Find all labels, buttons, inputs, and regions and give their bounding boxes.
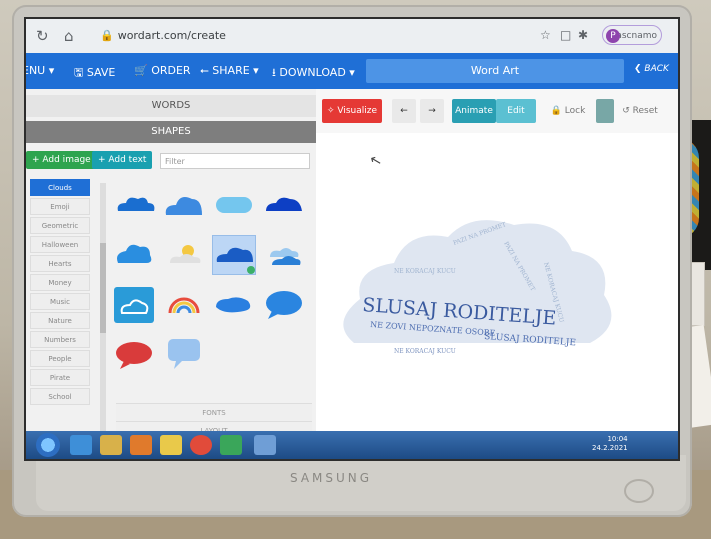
app-navbar: ENU ▾ 🖫 SAVE 🛒 ORDER ⭠ SHARE ▾ ⭳ DOWNLOA… [26, 53, 678, 89]
taskbar-date: 24.2.2021 [592, 444, 628, 452]
shape-cloud-double[interactable] [262, 235, 306, 275]
shape-cloud-3[interactable] [212, 185, 256, 225]
category-clouds[interactable]: Clouds [30, 179, 90, 196]
filter-input[interactable]: Filter [160, 153, 310, 169]
shape-speech-bubble-red[interactable] [112, 335, 156, 375]
mouse-cursor-icon: ↖ [368, 151, 384, 171]
edit-button[interactable]: Edit [496, 99, 536, 123]
left-panel: WORDS SHAPES + Add image + Add text Filt… [26, 89, 316, 459]
share-button[interactable]: ⭠ SHARE ▾ [200, 64, 259, 78]
power-button[interactable] [624, 479, 654, 503]
shape-cloud-5[interactable] [112, 235, 156, 275]
shape-rainbow-cloud[interactable] [162, 285, 206, 325]
reload-icon[interactable]: ↻ [36, 27, 49, 45]
undo-button[interactable]: ← [392, 99, 416, 123]
windows-taskbar: 10:04 24.2.2021 [26, 431, 678, 459]
word-cloud-small-word-3: NE KORACAJ KUCU [394, 268, 456, 275]
fonts-section[interactable]: FONTS [116, 403, 312, 422]
category-halloween[interactable]: Halloween [30, 236, 90, 253]
monitor-brand: SAMSUNG [290, 471, 373, 485]
folder-icon[interactable] [100, 435, 122, 455]
add-image-button[interactable]: + Add image [26, 151, 97, 169]
reset-button[interactable]: ↺ Reset [616, 99, 664, 123]
address-bar[interactable]: 🔒 wordart.com/create [100, 25, 400, 47]
home-icon[interactable]: ⌂ [64, 27, 74, 45]
download-button[interactable]: ⭳ DOWNLOAD ▾ [272, 64, 355, 83]
order-button[interactable]: 🛒 ORDER [134, 64, 191, 77]
category-geometric[interactable]: Geometric [30, 217, 90, 234]
puzzle-icon[interactable]: ✱ [578, 28, 588, 42]
category-music[interactable]: Music [30, 293, 90, 310]
wordart-canvas[interactable]: ↖ PAZI NA PROMET PAZI NA PROMET NE KORAC… [316, 133, 678, 433]
back-button[interactable]: ❮ BACK [634, 64, 669, 74]
shape-cloud-1[interactable] [112, 185, 156, 225]
right-panel: ✧ Visualize ← → Animate Edit 🔒 Lock ↺ Re… [316, 89, 678, 459]
avatar: P [606, 29, 620, 43]
shape-cloud-4[interactable] [262, 185, 306, 225]
taskbar-time: 10:04 [607, 435, 628, 443]
browser-toolbar: ↻ ⌂ 🔒 wordart.com/create ☆ □ ✱ P Pascnamo [26, 19, 678, 54]
shape-cloud-7[interactable] [212, 285, 256, 325]
shape-speech-bubble-blue[interactable] [262, 285, 306, 325]
lock-button[interactable]: 🔒 Lock [548, 99, 588, 123]
taskbar-clock[interactable]: 10:04 24.2.2021 [592, 435, 628, 453]
category-emoji[interactable]: Emoji [30, 198, 90, 215]
words-section[interactable]: WORDS [26, 95, 316, 117]
redo-button[interactable]: → [420, 99, 444, 123]
menu-button[interactable]: ENU ▾ [26, 64, 54, 77]
ie-icon[interactable] [70, 435, 92, 455]
category-people[interactable]: People [30, 350, 90, 367]
category-hearts[interactable]: Hearts [30, 255, 90, 272]
category-pirate[interactable]: Pirate [30, 369, 90, 386]
spreadsheet-icon[interactable] [220, 435, 242, 455]
save-button[interactable]: 🖫 SAVE [74, 64, 115, 83]
shapes-section[interactable]: SHAPES [26, 121, 316, 143]
word-cloud-small-text: NE KORACAJ KUCU [394, 348, 456, 355]
app-icon[interactable] [160, 435, 182, 455]
animate-button[interactable]: Animate [452, 99, 496, 123]
monitor-bezel: SAMSUNG ↻ ⌂ 🔒 wordart.com/create ☆ □ ✱ P … [12, 5, 692, 517]
category-school[interactable]: School [30, 388, 90, 405]
category-money[interactable]: Money [30, 274, 90, 291]
visualize-button[interactable]: ✧ Visualize [322, 99, 382, 123]
category-numbers[interactable]: Numbers [30, 331, 90, 348]
shape-cloud-selected[interactable] [212, 235, 256, 275]
media-player-icon[interactable] [130, 435, 152, 455]
shape-speech-bubble-light[interactable] [162, 335, 206, 375]
url-text: wordart.com/create [117, 29, 226, 42]
category-nature[interactable]: Nature [30, 312, 90, 329]
word-cloud: PAZI NA PROMET PAZI NA PROMET NE KORACAJ… [343, 220, 612, 355]
color-swatch[interactable] [596, 99, 614, 123]
shape-cloud-2[interactable] [162, 185, 206, 225]
window-icon[interactable] [254, 435, 276, 455]
add-text-button[interactable]: + Add text [92, 151, 153, 169]
category-scrollbar[interactable] [100, 183, 106, 459]
profile-button[interactable]: P Pascnamo [602, 25, 662, 45]
star-icon[interactable]: ☆ [540, 28, 551, 42]
shape-cloud-sun[interactable] [162, 235, 206, 275]
wordart-title-field[interactable]: Word Art [366, 59, 624, 83]
lock-icon: 🔒 [100, 29, 114, 42]
start-button[interactable] [36, 433, 60, 457]
screen: ↻ ⌂ 🔒 wordart.com/create ☆ □ ✱ P Pascnamo… [24, 17, 680, 461]
category-list: Clouds Emoji Geometric Halloween Hearts … [26, 177, 98, 405]
shape-cloud-icon[interactable] [112, 285, 156, 325]
extension-icon[interactable]: □ [560, 28, 571, 42]
chrome-icon[interactable] [190, 435, 212, 455]
